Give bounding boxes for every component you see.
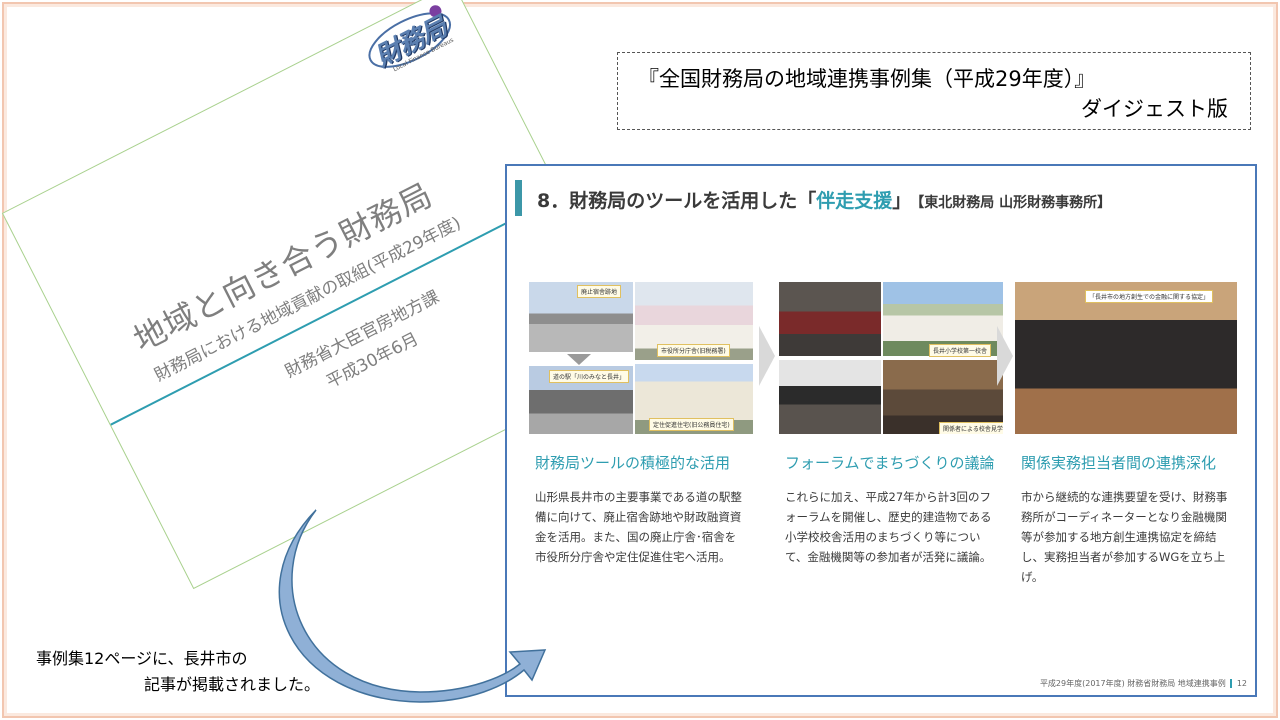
caption-note: 事例集12ページに、長井市の 記事が掲載されました。 (36, 646, 320, 698)
curved-arrow-icon (278, 509, 547, 703)
caption-line-1: 事例集12ページに、長井市の (36, 649, 248, 668)
caption-line-2: 記事が掲載されました。 (144, 675, 321, 694)
